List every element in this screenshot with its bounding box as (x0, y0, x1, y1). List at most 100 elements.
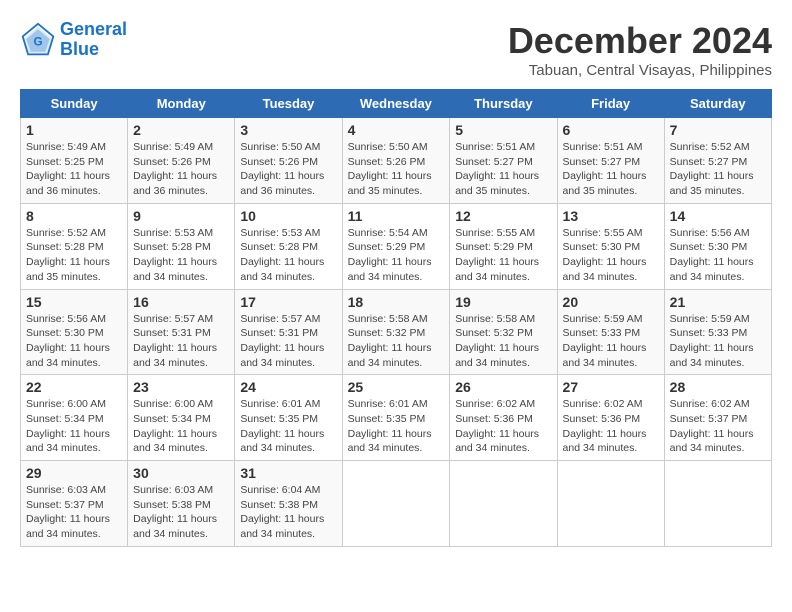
calendar-cell: 4 Sunrise: 5:50 AM Sunset: 5:26 PM Dayli… (342, 118, 450, 204)
svg-text:G: G (33, 35, 42, 48)
day-info: Sunrise: 5:59 AM Sunset: 5:33 PM Dayligh… (563, 312, 659, 371)
header-thursday: Thursday (450, 90, 557, 118)
calendar-cell: 13 Sunrise: 5:55 AM Sunset: 5:30 PM Dayl… (557, 203, 664, 289)
calendar-week-row: 15 Sunrise: 5:56 AM Sunset: 5:30 PM Dayl… (21, 289, 772, 375)
header-sunday: Sunday (21, 90, 128, 118)
calendar-cell: 14 Sunrise: 5:56 AM Sunset: 5:30 PM Dayl… (664, 203, 771, 289)
calendar-cell: 29 Sunrise: 6:03 AM Sunset: 5:37 PM Dayl… (21, 461, 128, 547)
header-wednesday: Wednesday (342, 90, 450, 118)
day-number: 26 (455, 379, 551, 395)
day-info: Sunrise: 6:00 AM Sunset: 5:34 PM Dayligh… (133, 397, 229, 456)
day-number: 17 (240, 294, 336, 310)
day-info: Sunrise: 5:53 AM Sunset: 5:28 PM Dayligh… (240, 226, 336, 285)
header-monday: Monday (128, 90, 235, 118)
day-number: 6 (563, 122, 659, 138)
calendar-cell: 28 Sunrise: 6:02 AM Sunset: 5:37 PM Dayl… (664, 375, 771, 461)
logo-text: General Blue (60, 20, 127, 60)
day-number: 12 (455, 208, 551, 224)
logo: G General Blue (20, 20, 127, 60)
calendar-cell: 20 Sunrise: 5:59 AM Sunset: 5:33 PM Dayl… (557, 289, 664, 375)
calendar-cell: 6 Sunrise: 5:51 AM Sunset: 5:27 PM Dayli… (557, 118, 664, 204)
calendar-week-row: 8 Sunrise: 5:52 AM Sunset: 5:28 PM Dayli… (21, 203, 772, 289)
day-number: 5 (455, 122, 551, 138)
calendar-cell: 19 Sunrise: 5:58 AM Sunset: 5:32 PM Dayl… (450, 289, 557, 375)
calendar-cell: 8 Sunrise: 5:52 AM Sunset: 5:28 PM Dayli… (21, 203, 128, 289)
day-number: 9 (133, 208, 229, 224)
calendar-cell (450, 461, 557, 547)
day-number: 22 (26, 379, 122, 395)
day-number: 29 (26, 465, 122, 481)
day-number: 18 (348, 294, 445, 310)
day-number: 28 (670, 379, 766, 395)
calendar-cell: 3 Sunrise: 5:50 AM Sunset: 5:26 PM Dayli… (235, 118, 342, 204)
calendar-cell: 15 Sunrise: 5:56 AM Sunset: 5:30 PM Dayl… (21, 289, 128, 375)
calendar-cell (342, 461, 450, 547)
day-info: Sunrise: 6:03 AM Sunset: 5:38 PM Dayligh… (133, 483, 229, 542)
header-saturday: Saturday (664, 90, 771, 118)
calendar-cell (557, 461, 664, 547)
header-tuesday: Tuesday (235, 90, 342, 118)
day-number: 10 (240, 208, 336, 224)
calendar-cell: 5 Sunrise: 5:51 AM Sunset: 5:27 PM Dayli… (450, 118, 557, 204)
header-friday: Friday (557, 90, 664, 118)
day-number: 27 (563, 379, 659, 395)
calendar-week-row: 1 Sunrise: 5:49 AM Sunset: 5:25 PM Dayli… (21, 118, 772, 204)
day-info: Sunrise: 6:01 AM Sunset: 5:35 PM Dayligh… (240, 397, 336, 456)
calendar-cell: 21 Sunrise: 5:59 AM Sunset: 5:33 PM Dayl… (664, 289, 771, 375)
calendar-week-row: 22 Sunrise: 6:00 AM Sunset: 5:34 PM Dayl… (21, 375, 772, 461)
calendar-cell: 18 Sunrise: 5:58 AM Sunset: 5:32 PM Dayl… (342, 289, 450, 375)
day-info: Sunrise: 5:51 AM Sunset: 5:27 PM Dayligh… (563, 140, 659, 199)
day-info: Sunrise: 5:59 AM Sunset: 5:33 PM Dayligh… (670, 312, 766, 371)
day-info: Sunrise: 6:02 AM Sunset: 5:37 PM Dayligh… (670, 397, 766, 456)
day-info: Sunrise: 5:49 AM Sunset: 5:25 PM Dayligh… (26, 140, 122, 199)
day-number: 13 (563, 208, 659, 224)
day-info: Sunrise: 6:04 AM Sunset: 5:38 PM Dayligh… (240, 483, 336, 542)
day-info: Sunrise: 5:58 AM Sunset: 5:32 PM Dayligh… (348, 312, 445, 371)
title-block: December 2024 Tabuan, Central Visayas, P… (508, 20, 772, 79)
calendar-cell: 26 Sunrise: 6:02 AM Sunset: 5:36 PM Dayl… (450, 375, 557, 461)
day-number: 15 (26, 294, 122, 310)
location-subtitle: Tabuan, Central Visayas, Philippines (508, 62, 772, 79)
day-number: 21 (670, 294, 766, 310)
day-info: Sunrise: 5:58 AM Sunset: 5:32 PM Dayligh… (455, 312, 551, 371)
calendar-cell: 22 Sunrise: 6:00 AM Sunset: 5:34 PM Dayl… (21, 375, 128, 461)
calendar-cell: 1 Sunrise: 5:49 AM Sunset: 5:25 PM Dayli… (21, 118, 128, 204)
day-number: 31 (240, 465, 336, 481)
logo-line2: Blue (60, 39, 99, 59)
day-info: Sunrise: 5:50 AM Sunset: 5:26 PM Dayligh… (348, 140, 445, 199)
day-info: Sunrise: 5:55 AM Sunset: 5:30 PM Dayligh… (563, 226, 659, 285)
calendar-cell: 27 Sunrise: 6:02 AM Sunset: 5:36 PM Dayl… (557, 375, 664, 461)
calendar-table: Sunday Monday Tuesday Wednesday Thursday… (20, 89, 772, 547)
calendar-cell: 2 Sunrise: 5:49 AM Sunset: 5:26 PM Dayli… (128, 118, 235, 204)
calendar-cell: 11 Sunrise: 5:54 AM Sunset: 5:29 PM Dayl… (342, 203, 450, 289)
day-number: 30 (133, 465, 229, 481)
day-info: Sunrise: 5:55 AM Sunset: 5:29 PM Dayligh… (455, 226, 551, 285)
day-info: Sunrise: 5:54 AM Sunset: 5:29 PM Dayligh… (348, 226, 445, 285)
day-info: Sunrise: 6:00 AM Sunset: 5:34 PM Dayligh… (26, 397, 122, 456)
day-info: Sunrise: 5:49 AM Sunset: 5:26 PM Dayligh… (133, 140, 229, 199)
calendar-cell: 7 Sunrise: 5:52 AM Sunset: 5:27 PM Dayli… (664, 118, 771, 204)
day-info: Sunrise: 5:57 AM Sunset: 5:31 PM Dayligh… (133, 312, 229, 371)
day-info: Sunrise: 5:52 AM Sunset: 5:27 PM Dayligh… (670, 140, 766, 199)
calendar-cell: 31 Sunrise: 6:04 AM Sunset: 5:38 PM Dayl… (235, 461, 342, 547)
day-number: 19 (455, 294, 551, 310)
day-info: Sunrise: 5:56 AM Sunset: 5:30 PM Dayligh… (26, 312, 122, 371)
day-info: Sunrise: 5:53 AM Sunset: 5:28 PM Dayligh… (133, 226, 229, 285)
month-title: December 2024 (508, 20, 772, 62)
calendar-cell: 17 Sunrise: 5:57 AM Sunset: 5:31 PM Dayl… (235, 289, 342, 375)
logo-icon: G (20, 22, 56, 58)
calendar-cell: 30 Sunrise: 6:03 AM Sunset: 5:38 PM Dayl… (128, 461, 235, 547)
calendar-cell: 23 Sunrise: 6:00 AM Sunset: 5:34 PM Dayl… (128, 375, 235, 461)
day-info: Sunrise: 5:57 AM Sunset: 5:31 PM Dayligh… (240, 312, 336, 371)
weekday-header-row: Sunday Monday Tuesday Wednesday Thursday… (21, 90, 772, 118)
day-number: 24 (240, 379, 336, 395)
calendar-cell: 16 Sunrise: 5:57 AM Sunset: 5:31 PM Dayl… (128, 289, 235, 375)
day-info: Sunrise: 6:02 AM Sunset: 5:36 PM Dayligh… (563, 397, 659, 456)
day-number: 1 (26, 122, 122, 138)
calendar-cell: 9 Sunrise: 5:53 AM Sunset: 5:28 PM Dayli… (128, 203, 235, 289)
day-number: 7 (670, 122, 766, 138)
day-info: Sunrise: 5:52 AM Sunset: 5:28 PM Dayligh… (26, 226, 122, 285)
day-number: 25 (348, 379, 445, 395)
day-info: Sunrise: 6:01 AM Sunset: 5:35 PM Dayligh… (348, 397, 445, 456)
day-number: 8 (26, 208, 122, 224)
